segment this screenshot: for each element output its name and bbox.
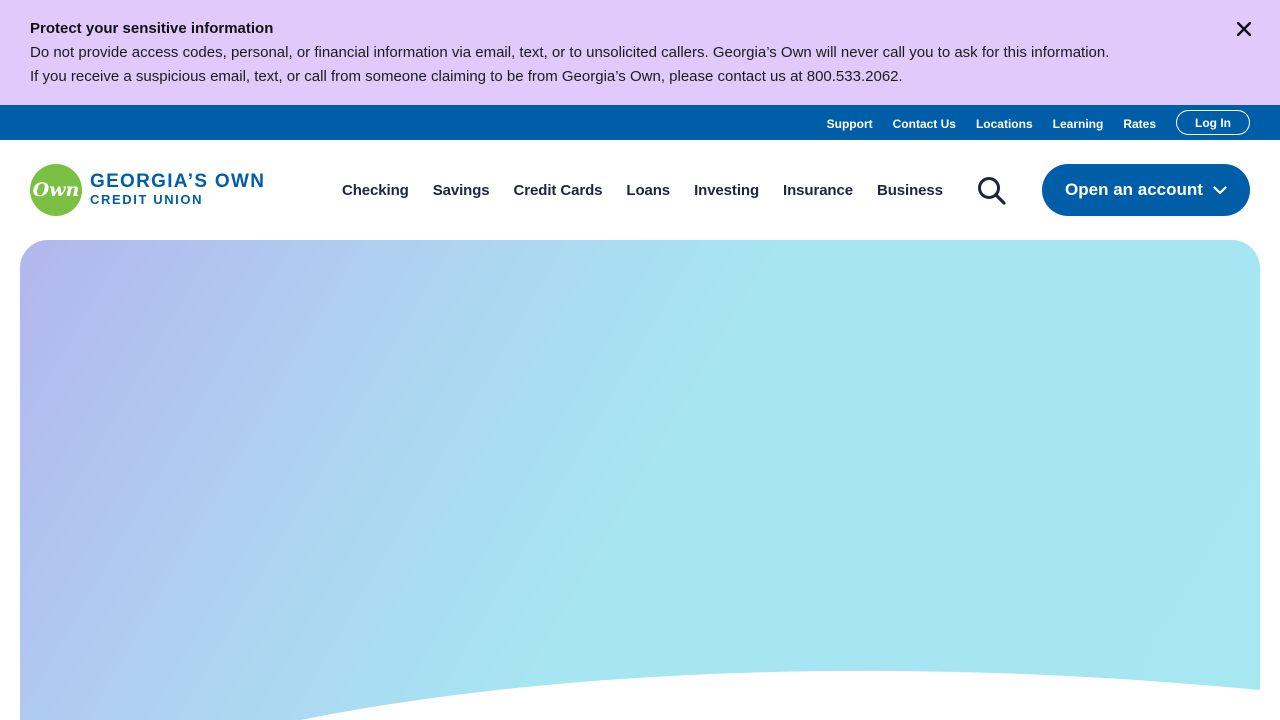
main-header: Own GEORGIA’S OWN CREDIT UNION Checking … — [0, 140, 1280, 240]
open-an-account-label: Open an account — [1065, 180, 1203, 199]
alert-title: Protect your sensitive information — [30, 20, 274, 37]
hero-banner — [20, 240, 1260, 720]
utility-bar: Support Contact Us Locations Learning Ra… — [0, 105, 1280, 140]
utility-link-rates[interactable]: Rates — [1123, 104, 1156, 142]
utility-link-contact-us[interactable]: Contact Us — [893, 104, 956, 142]
nav-item-savings[interactable]: Savings — [433, 182, 490, 199]
nav-item-checking[interactable]: Checking — [342, 182, 409, 199]
utility-link-locations[interactable]: Locations — [976, 104, 1033, 142]
nav-item-investing[interactable]: Investing — [694, 182, 759, 199]
nav-item-credit-cards[interactable]: Credit Cards — [514, 182, 603, 199]
open-an-account-button[interactable]: Open an account — [1042, 164, 1250, 216]
logo-wordmark: GEORGIA’S OWN CREDIT UNION — [90, 172, 265, 208]
primary-nav: Checking Savings Credit Cards Loans Inve… — [330, 140, 955, 240]
nav-item-loans[interactable]: Loans — [626, 182, 670, 199]
logo-line-2: CREDIT UNION — [90, 192, 204, 207]
georgias-own-logo[interactable]: Own GEORGIA’S OWN CREDIT UNION — [30, 163, 275, 217]
nav-item-business[interactable]: Business — [877, 182, 943, 199]
close-icon[interactable] — [1234, 19, 1254, 39]
nav-item-insurance[interactable]: Insurance — [783, 182, 853, 199]
log-in-button[interactable]: Log In — [1176, 110, 1250, 135]
alert-body: Do not provide access codes, personal, o… — [30, 44, 1110, 85]
logo-mark: Own — [30, 164, 82, 216]
security-alert-banner: Protect your sensitive information Do no… — [0, 0, 1280, 105]
utility-link-learning[interactable]: Learning — [1053, 104, 1104, 142]
utility-link-support[interactable]: Support — [827, 104, 873, 142]
search-icon[interactable] — [976, 176, 1008, 206]
logo-line-1: GEORGIA’S OWN — [90, 171, 266, 192]
chevron-down-icon — [1213, 185, 1227, 195]
hero-wave-divider — [301, 670, 1260, 720]
